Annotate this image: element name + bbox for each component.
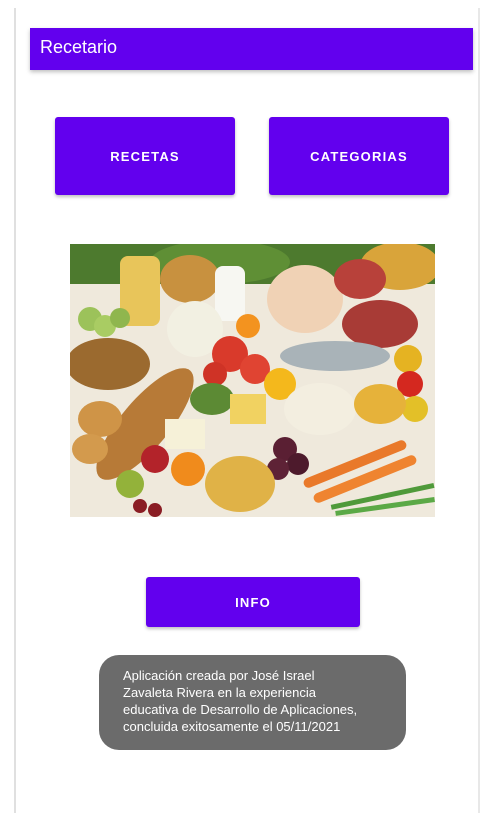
toast-line: Aplicación creada por José Israel — [123, 668, 315, 683]
categorias-button[interactable]: CATEGORIAS — [269, 117, 449, 195]
info-toast: Aplicación creada por José Israel Zavale… — [99, 655, 406, 750]
info-button[interactable]: INFO — [146, 577, 360, 627]
food-image — [70, 244, 435, 517]
toast-line: concluida exitosamente el 05/11/2021 — [123, 719, 341, 734]
toast-line: educativa de Desarrollo de Aplicaciones, — [123, 702, 358, 717]
recetas-button[interactable]: RECETAS — [55, 117, 235, 195]
app-bar: Recetario — [30, 28, 473, 70]
app-title: Recetario — [40, 37, 118, 57]
toast-line: Zavaleta Rivera en la experiencia — [123, 685, 316, 700]
